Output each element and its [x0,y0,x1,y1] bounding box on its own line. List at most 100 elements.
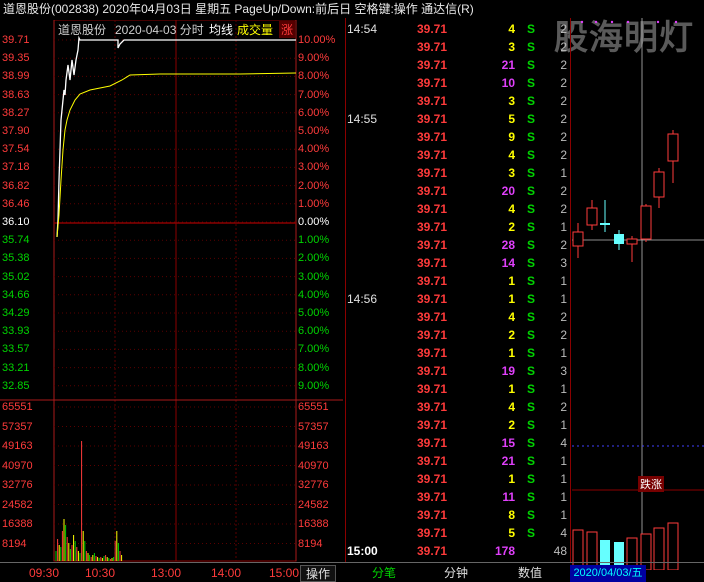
tick-volume: 178 [494,544,515,558]
window-title: 道恩股份(002838) 2020年04月03日 星期五 PageUp/Down… [3,2,474,16]
tick-row[interactable]: 15:00 39.71 178 48 [347,542,569,560]
volume-tick-label: 8194 [298,537,323,550]
tick-row[interactable]: 39.71 21 S 1 [347,452,569,470]
tick-side: S [527,364,536,378]
tick-price: 39.71 [417,472,448,486]
tick-row[interactable]: 39.71 1 S 1 [347,470,569,488]
tick-price: 39.71 [417,418,448,432]
tick-price: 39.71 [417,454,448,468]
tab-shuzhi[interactable]: 数值 [494,565,566,582]
tick-count: 2 [560,76,567,90]
pct-tick-label: 0.00% [298,216,330,228]
pct-tick-label: 2.00% [298,252,330,265]
pct-tick-label: 5.00% [298,125,330,137]
tick-row[interactable]: 39.71 8 S 1 [347,506,569,524]
tick-volume: 2 [508,328,515,342]
tick-side: S [527,238,536,252]
tick-side: S [527,130,536,144]
tick-row[interactable]: 39.71 2 S 1 [347,218,569,236]
tick-side: S [527,256,536,270]
price-tick-label: 32.85 [2,379,30,392]
tick-row[interactable]: 39.71 4 S 2 [347,146,569,164]
tick-row[interactable]: 39.71 4 S 2 [347,308,569,326]
operate-button[interactable]: 操作 [300,565,336,582]
tick-time: 14:55 [347,112,378,126]
tick-row[interactable]: 39.71 11 S 1 [347,488,569,506]
bottom-bar: 09:30 10:30 13:00 14:00 15:00 操作 分笔 分钟 数值 20… [0,562,704,582]
tick-row[interactable]: 39.71 4 S 2 [347,398,569,416]
tick-row[interactable]: 39.71 3 S 1 [347,164,569,182]
tick-row[interactable]: 14:55 39.71 5 S 2 [347,110,569,128]
price-tick-label: 36.46 [2,197,30,210]
tick-time: 14:56 [347,292,378,306]
price-tick-label: 38.99 [2,70,30,83]
tick-row[interactable]: 39.71 15 S 4 [347,434,569,452]
time-axis-label: 10:30 [84,566,116,580]
tick-count: 2 [560,238,567,252]
tick-side: S [527,310,536,324]
tick-side: S [527,382,536,396]
tick-side: S [527,94,536,108]
tick-volume: 14 [501,256,515,270]
tick-side: S [527,436,536,450]
tick-row[interactable]: 39.71 1 S 1 [347,344,569,362]
tick-count: 3 [560,256,567,270]
tick-side: S [527,166,536,180]
tick-volume: 9 [508,130,515,144]
time-axis-label: 15:00 [268,566,300,580]
tick-volume: 19 [501,364,515,378]
panel-divider [345,18,346,562]
extra-legend: 涨 [279,21,296,38]
tick-row[interactable]: 39.71 14 S 3 [347,254,569,272]
tick-row[interactable]: 39.71 4 S 2 [347,200,569,218]
tick-row[interactable]: 39.71 1 S 1 [347,380,569,398]
tick-side: S [527,148,536,162]
tick-price: 39.71 [417,364,448,378]
tick-price: 39.71 [417,22,448,36]
tick-row[interactable]: 39.71 28 S 2 [347,236,569,254]
tick-price: 39.71 [417,274,448,288]
tick-price: 39.71 [417,76,448,90]
tick-count: 2 [560,58,567,72]
tick-row[interactable]: 39.71 3 S 2 [347,92,569,110]
tick-row[interactable]: 39.71 2 S 2 [347,326,569,344]
tick-volume: 20 [501,184,515,198]
tick-row[interactable]: 39.71 9 S 2 [347,128,569,146]
tick-row[interactable]: 39.71 1 S 1 [347,272,569,290]
tick-row[interactable]: 39.71 21 S 2 [347,56,569,74]
candle [586,200,598,230]
tick-count: 1 [560,346,567,360]
kline-panel[interactable]: 跌涨 [572,18,704,571]
tick-row[interactable]: 39.71 2 S 1 [347,416,569,434]
tick-row[interactable]: 39.71 20 S 2 [347,182,569,200]
volume-tick-label: 49163 [2,440,33,452]
tick-side: S [527,400,536,414]
tick-row[interactable]: 14:54 39.71 4 S 2 [347,20,569,38]
tab-fenzhong[interactable]: 分钟 [422,565,490,582]
tick-time: 15:00 [347,544,378,558]
pct-tick-label: 5.00% [298,307,330,319]
tick-count: 2 [560,148,567,162]
tick-row[interactable]: 39.71 3 S 2 [347,38,569,56]
tick-list[interactable]: 14:54 39.71 4 S 2 39.71 3 S 2 39.71 21 S 2 39.71 10 S 2 3… [347,18,569,562]
top-dots [580,20,678,24]
tick-volume: 4 [508,22,515,36]
tick-count: 48 [553,544,567,558]
tick-row[interactable]: 14:56 39.71 1 S 1 [347,290,569,308]
pct-tick-label: 10.00% [298,34,336,46]
tick-volume: 1 [508,274,515,288]
volume-tick-label: 24582 [2,498,33,511]
intraday-chart-panel[interactable]: 道恩股份 2020-04-03 分时 均线 成交量 涨 39.71 39.35 38… [0,20,343,562]
tab-fenbi[interactable]: 分笔 [350,565,418,582]
tick-row[interactable]: 39.71 5 S 4 [347,524,569,542]
tick-row[interactable]: 39.71 19 S 3 [347,362,569,380]
tick-row[interactable]: 39.71 10 S 2 [347,74,569,92]
price-tick-label: 35.38 [2,252,30,265]
tick-time: 14:54 [347,22,378,36]
tick-side: S [527,184,536,198]
tick-side: S [527,40,536,54]
volume-tick-label: 8194 [2,537,27,550]
tick-count: 4 [560,436,567,450]
tick-side: S [527,220,536,234]
pct-tick-label: 9.00% [298,379,330,392]
